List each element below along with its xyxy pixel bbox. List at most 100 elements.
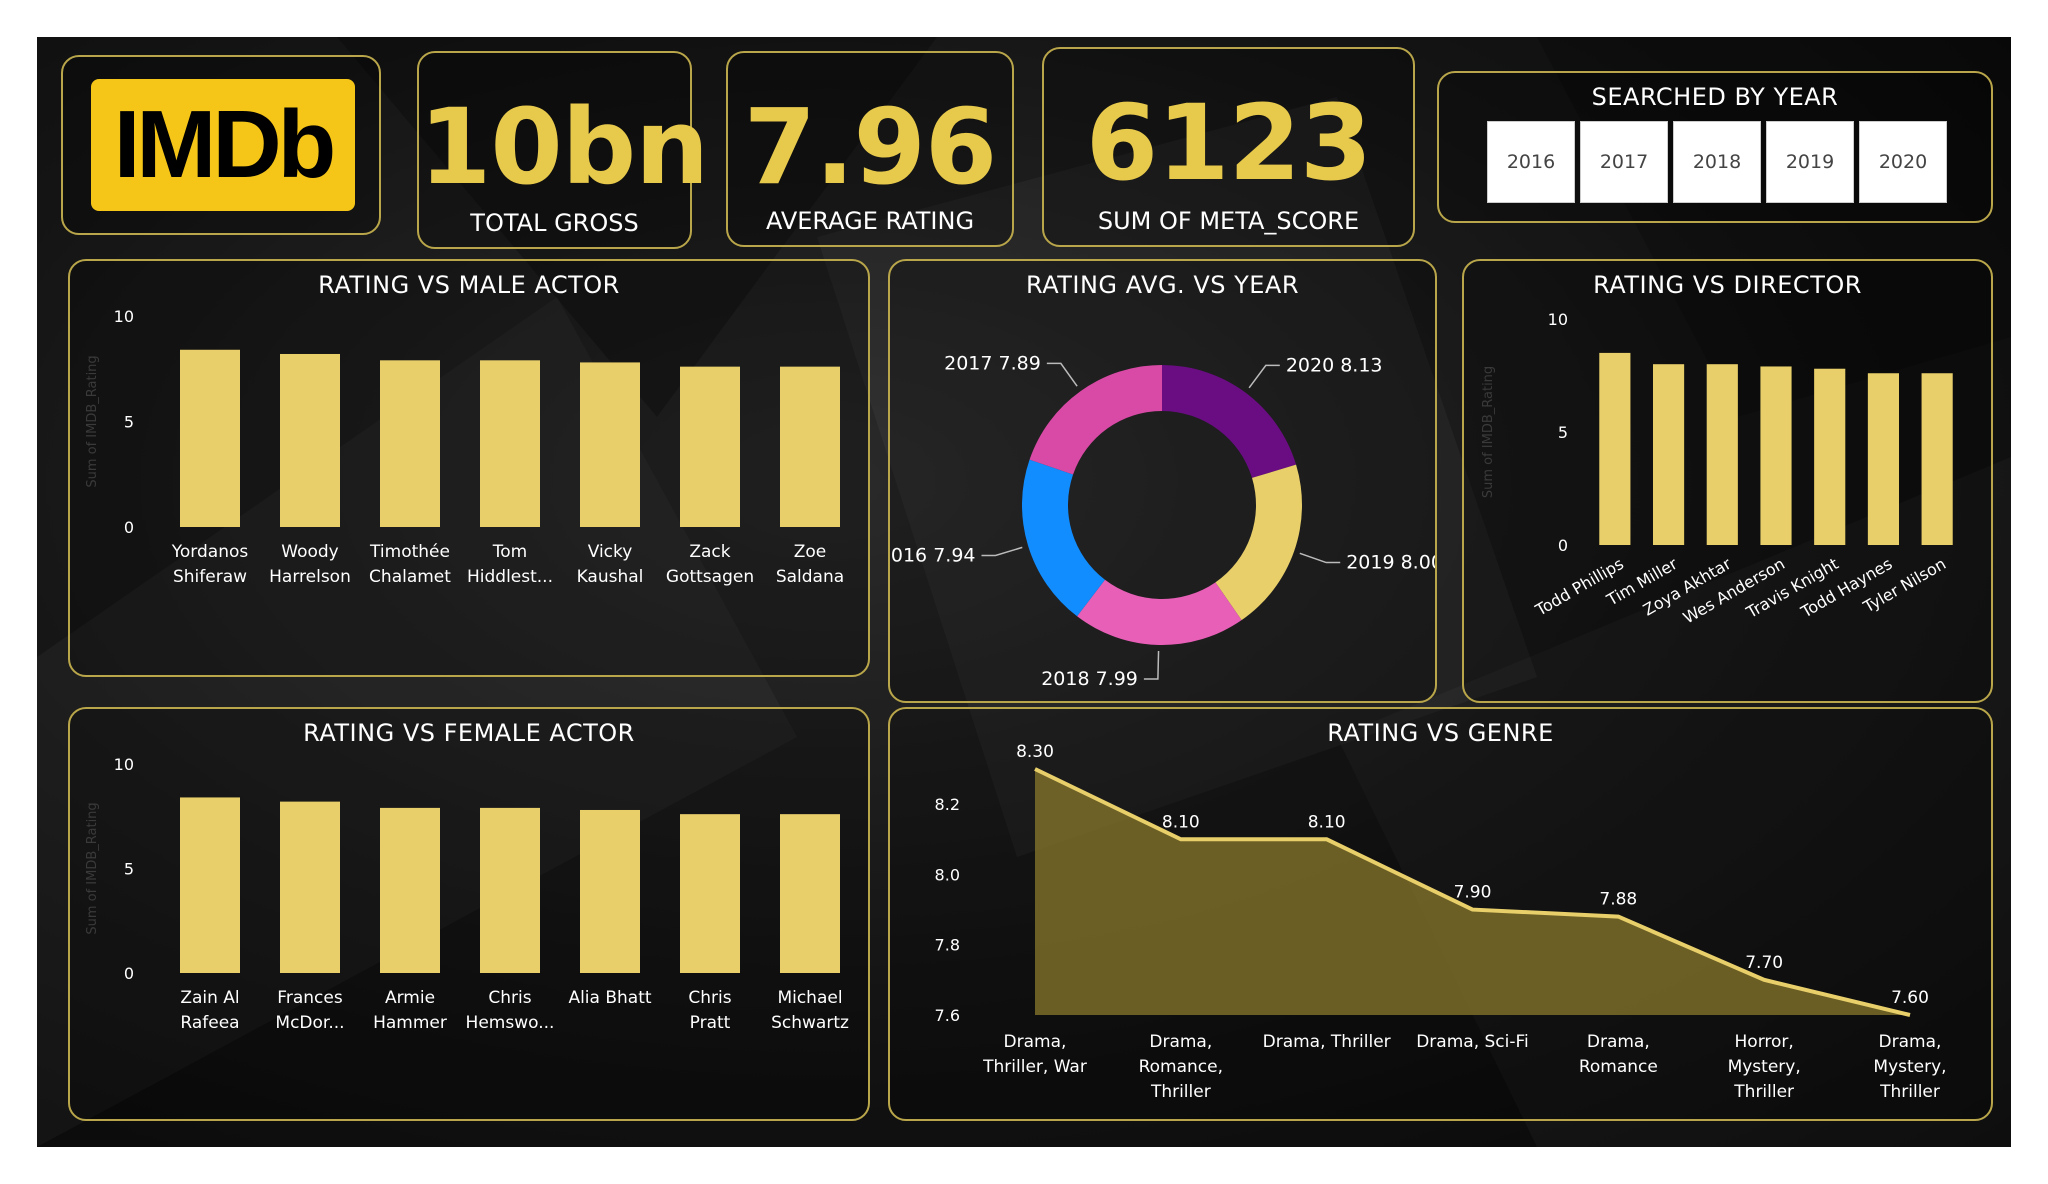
x-tick-label: Zack Gottsagen — [666, 542, 754, 587]
director-chart-panel: RATING VS DIRECTOR Sum of IMDB_Rating 0 5 1… — [1462, 259, 1993, 703]
bar — [680, 366, 740, 527]
data-label: 7.90 — [1454, 883, 1492, 903]
female-actor-bar-chart: Sum of IMDB_Rating 0 5 10 Zain Al Rafeea Franc… — [85, 755, 849, 1033]
year-button-2018[interactable]: 2018 — [1673, 121, 1761, 203]
year-filter-panel: SEARCHED BY YEAR 2016 2017 2018 2019 202… — [1437, 71, 1993, 223]
logo-panel: IMDb — [61, 55, 381, 235]
year-button-2017[interactable]: 2017 — [1580, 121, 1668, 203]
bar — [780, 814, 840, 973]
bar — [180, 349, 240, 527]
male-actor-bar-chart: Sum of IMDB_Rating 0 5 10 Yordanos Shiferaw Wo… — [85, 307, 844, 587]
genre-chart-panel: RATING VS GENRE 7.6 7.8 8.0 8.2 8.30 Drama, Th… — [888, 707, 1993, 1121]
meta-score-label: SUM OF META_SCORE — [1097, 207, 1360, 235]
x-tick-label: Drama, Thriller, War — [982, 1032, 1087, 1077]
slice-label: 2016 7.94 — [890, 545, 975, 567]
x-tick-label: Armie Hammer — [373, 988, 447, 1033]
x-tick-label: Chris Pratt — [688, 988, 731, 1033]
y-axis-label: Sum of IMDB_Rating — [1481, 366, 1496, 498]
data-label: 8.10 — [1308, 812, 1346, 832]
donut-slice — [1162, 365, 1297, 478]
leader-line — [981, 546, 1023, 557]
bar — [180, 797, 240, 973]
bar — [1599, 352, 1631, 545]
leader-line — [1299, 552, 1341, 564]
x-tick-label: Vicky Kaushal — [577, 542, 644, 587]
y-tick-label: 10 — [114, 307, 134, 326]
leader-line — [1143, 650, 1160, 680]
y-tick-label: 0 — [124, 964, 134, 983]
dashboard: IMDb 10bn TOTAL GROSS 7.96 AVERAGE RATIN… — [37, 37, 2011, 1147]
y-tick-label: 7.8 — [935, 936, 960, 955]
bar — [580, 362, 640, 527]
x-tick-label: Drama, Thriller — [1263, 1032, 1391, 1052]
y-tick-label: 5 — [124, 860, 134, 879]
y-tick-label: 0 — [124, 518, 134, 537]
bar — [380, 360, 440, 527]
data-label: 7.70 — [1745, 953, 1783, 973]
y-tick-label: 10 — [114, 755, 134, 774]
x-tick-label: Drama, Romance — [1579, 1032, 1658, 1077]
x-tick-label: Frances McDor... — [275, 988, 344, 1033]
bar — [1760, 366, 1792, 545]
slice-label: 2018 7.99 — [1041, 668, 1138, 690]
year-button-2016[interactable]: 2016 — [1487, 121, 1575, 203]
bar — [480, 360, 540, 527]
bar — [280, 801, 340, 973]
x-tick-label: Drama, Mystery, Thriller — [1873, 1032, 1946, 1102]
y-tick-label: 5 — [124, 413, 134, 432]
total-gross-label: TOTAL GROSS — [470, 209, 639, 237]
donut-slice — [1215, 464, 1302, 621]
rating-by-year-donut: 2020 8.13 2019 8.00 2018 7.99 2016 7.94 2017… — [890, 352, 1435, 690]
donut-slice — [1077, 579, 1242, 645]
x-tick-label: Yordanos Shiferaw — [171, 542, 249, 587]
bar — [1867, 373, 1900, 545]
data-label: 7.60 — [1891, 988, 1929, 1008]
kpi-total-gross: 10bn TOTAL GROSS — [417, 51, 709, 249]
director-bar-chart: Sum of IMDB_Rating0510Todd PhillipsTim M… — [1481, 310, 1953, 628]
x-tick-label: Alia Bhatt — [568, 988, 651, 1008]
y-axis-label: Sum of IMDB_Rating — [85, 802, 100, 934]
bar — [680, 814, 740, 973]
total-gross-value: 10bn — [419, 86, 709, 208]
leader-line — [1248, 364, 1280, 389]
year-button-2020[interactable]: 2020 — [1859, 121, 1947, 203]
average-rating-label: AVERAGE RATING — [765, 207, 975, 235]
slice-label: 2020 8.13 — [1286, 354, 1383, 376]
genre-area-chart: 7.6 7.8 8.0 8.2 8.30 Drama, Thriller, War 8.10 D… — [935, 742, 1947, 1102]
donut-slice — [1029, 365, 1162, 475]
bar — [780, 366, 840, 527]
y-tick-label: 5 — [1558, 423, 1568, 442]
bar — [1814, 368, 1846, 545]
bar — [480, 807, 540, 973]
data-label: 8.10 — [1162, 812, 1200, 832]
year-filter-title: SEARCHED BY YEAR — [1591, 83, 1839, 111]
x-tick-label: Horror, Mystery, Thriller — [1728, 1032, 1801, 1102]
y-tick-label: 10 — [1548, 310, 1568, 329]
slice-label: 2019 8.00 — [1346, 552, 1435, 574]
female-actor-chart-panel: RATING VS FEMALE ACTOR Sum of IMDB_Ratin… — [68, 707, 870, 1121]
x-tick-label: Timothée Chalamet — [369, 542, 451, 587]
x-tick-label: Woody Harrelson — [269, 542, 351, 587]
bar — [1706, 364, 1738, 545]
year-button-2019[interactable]: 2019 — [1766, 121, 1854, 203]
y-tick-label: 8.0 — [935, 865, 960, 884]
year-donut-panel: RATING AVG. VS YEAR 2020 8.13 2019 8.00 20… — [888, 259, 1437, 703]
data-label: 8.30 — [1016, 742, 1054, 762]
bar — [1921, 373, 1953, 545]
imdb-logo: IMDb — [91, 79, 355, 211]
donut-slice — [1022, 459, 1105, 617]
bar — [380, 807, 440, 973]
data-label: 7.88 — [1599, 890, 1637, 910]
kpi-meta-score: 6123 SUM OF META_SCORE — [1042, 47, 1415, 247]
leader-line — [1046, 362, 1078, 387]
y-tick-label: 8.2 — [935, 795, 960, 814]
bar — [1652, 364, 1685, 545]
y-tick-label: 7.6 — [935, 1006, 960, 1025]
y-axis-label: Sum of IMDB_Rating — [85, 355, 100, 487]
x-tick-label: Zain Al Rafeea — [180, 988, 239, 1033]
x-tick-label: Drama, Romance, Thriller — [1139, 1032, 1223, 1102]
x-tick-label: Tom Hiddlest... — [467, 542, 553, 587]
bar — [580, 809, 640, 973]
slice-label: 2017 7.89 — [944, 352, 1041, 374]
x-tick-label: Chris Hemswo... — [466, 988, 555, 1033]
